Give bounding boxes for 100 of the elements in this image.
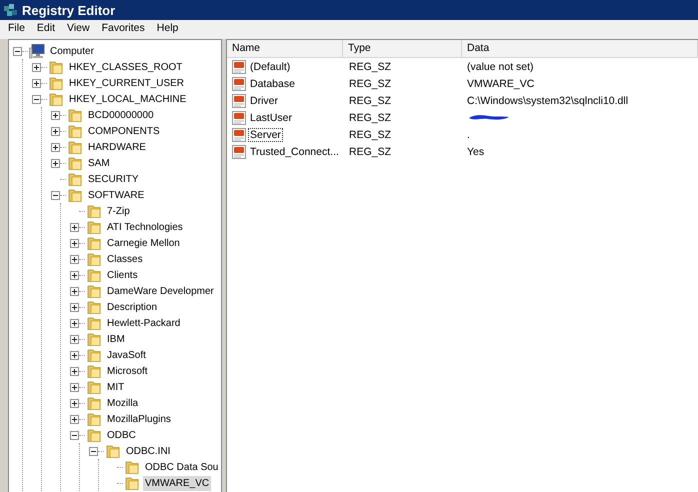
expand-toggle[interactable] — [70, 318, 79, 328]
expand-toggle[interactable] — [51, 158, 60, 168]
value-name[interactable]: LastUser — [248, 110, 294, 124]
expand-toggle[interactable] — [32, 62, 41, 72]
folder-icon — [86, 363, 102, 379]
folder-icon — [67, 171, 83, 187]
collapse-toggle[interactable] — [89, 446, 98, 456]
string-value-icon — [231, 126, 247, 142]
folder-icon — [86, 203, 102, 219]
folder-icon — [48, 91, 64, 107]
column-header[interactable]: Data — [462, 40, 698, 58]
menu-item[interactable]: Edit — [30, 21, 62, 37]
collapse-toggle[interactable] — [51, 190, 60, 200]
expand-toggle[interactable] — [70, 334, 79, 344]
window-title: Registry Editor — [22, 2, 116, 18]
value-type: REG_SZ — [349, 146, 392, 158]
folder-icon — [67, 123, 83, 139]
menu-item[interactable]: File — [2, 21, 31, 37]
tree-item[interactable]: HARDWARE — [86, 140, 148, 154]
tree-item[interactable]: Computer — [48, 44, 96, 58]
tree-item[interactable]: MIT — [105, 380, 126, 394]
tree-item[interactable]: COMPONENTS — [86, 124, 162, 138]
tree-item[interactable]: Hewlett-Packard — [105, 316, 182, 330]
collapse-toggle[interactable] — [70, 430, 79, 440]
menu-item[interactable]: View — [61, 21, 96, 37]
expand-toggle[interactable] — [70, 254, 79, 264]
expand-toggle[interactable] — [70, 302, 79, 312]
tree-item[interactable]: BCD00000000 — [86, 108, 156, 122]
folder-icon — [67, 187, 83, 203]
string-value-icon — [231, 76, 247, 92]
value-name[interactable]: Trusted_Connect... — [248, 144, 341, 158]
tree-item[interactable]: Classes — [105, 252, 145, 266]
expand-toggle[interactable] — [70, 382, 79, 392]
menu-item[interactable]: Favorites — [96, 21, 151, 37]
folder-icon — [86, 331, 102, 347]
string-value-icon — [231, 144, 247, 160]
expand-toggle[interactable] — [32, 78, 41, 88]
expand-toggle[interactable] — [70, 350, 79, 360]
tree-item[interactable]: HKEY_CURRENT_USER — [67, 76, 186, 90]
expand-toggle[interactable] — [70, 270, 79, 280]
expand-toggle[interactable] — [51, 110, 60, 120]
tree-item[interactable]: ATI Technologies — [105, 220, 185, 234]
folder-icon — [67, 155, 83, 171]
folder-icon — [86, 283, 102, 299]
string-value-icon — [231, 110, 247, 126]
value-name[interactable]: Driver — [248, 94, 280, 108]
expand-toggle[interactable] — [70, 398, 79, 408]
folder-icon — [86, 427, 102, 443]
expand-toggle[interactable] — [51, 126, 60, 136]
tree-item[interactable]: ODBC Data Sou — [143, 460, 220, 474]
tree-item[interactable]: ODBC.INI — [124, 444, 172, 458]
folder-icon — [67, 139, 83, 155]
folder-icon — [86, 315, 102, 331]
tree-item[interactable]: 7-Zip — [105, 204, 132, 218]
folder-icon — [86, 379, 102, 395]
tree-item[interactable]: Clients — [105, 268, 140, 282]
tree-item[interactable]: SAM — [86, 156, 112, 170]
value-data: VMWARE_VC — [467, 78, 534, 90]
expand-toggle[interactable] — [70, 222, 79, 232]
folder-icon — [86, 219, 102, 235]
value-type: REG_SZ — [349, 94, 392, 106]
tree-item[interactable]: IBM — [105, 332, 127, 346]
tree-item[interactable]: Carnegie Mellon — [105, 236, 182, 250]
value-type: REG_SZ — [349, 60, 392, 72]
value-name[interactable]: Server — [248, 128, 283, 142]
folder-icon — [86, 235, 102, 251]
tree-item[interactable]: VMWARE_VC — [143, 476, 212, 490]
folder-icon — [86, 395, 102, 411]
registry-icon — [3, 2, 18, 18]
value-data: . — [467, 128, 470, 140]
menu-item[interactable]: Help — [150, 21, 184, 37]
expand-toggle[interactable] — [70, 414, 79, 424]
collapse-toggle[interactable] — [13, 46, 22, 56]
tree-item[interactable]: HKEY_CLASSES_ROOT — [67, 60, 184, 74]
tree-item[interactable]: SECURITY — [86, 172, 141, 186]
value-name[interactable]: Database — [248, 76, 297, 90]
expand-toggle[interactable] — [51, 142, 60, 152]
column-header[interactable]: Type — [343, 40, 462, 58]
tree-item[interactable]: Description — [105, 300, 160, 314]
string-value-icon — [231, 58, 247, 74]
folder-icon — [86, 411, 102, 427]
tree-item[interactable]: MozillaPlugins — [105, 412, 173, 426]
tree-item[interactable]: JavaSoft — [105, 348, 148, 362]
tree-item[interactable]: ODBC — [105, 428, 138, 442]
folder-icon — [86, 347, 102, 363]
expand-toggle[interactable] — [70, 286, 79, 296]
tree-item[interactable]: SOFTWARE — [86, 188, 146, 202]
value-type: REG_SZ — [349, 78, 392, 90]
column-header[interactable]: Name — [227, 40, 343, 58]
folder-icon — [86, 267, 102, 283]
collapse-toggle[interactable] — [32, 94, 41, 104]
tree-item[interactable]: Mozilla — [105, 396, 140, 410]
folder-icon — [48, 75, 64, 91]
folder-icon — [67, 107, 83, 123]
value-name[interactable]: (Default) — [248, 60, 292, 74]
tree-item[interactable]: Microsoft — [105, 364, 150, 378]
tree-item[interactable]: DameWare Developmer — [105, 284, 216, 298]
expand-toggle[interactable] — [70, 366, 79, 376]
expand-toggle[interactable] — [70, 238, 79, 248]
tree-item[interactable]: HKEY_LOCAL_MACHINE — [67, 92, 188, 106]
